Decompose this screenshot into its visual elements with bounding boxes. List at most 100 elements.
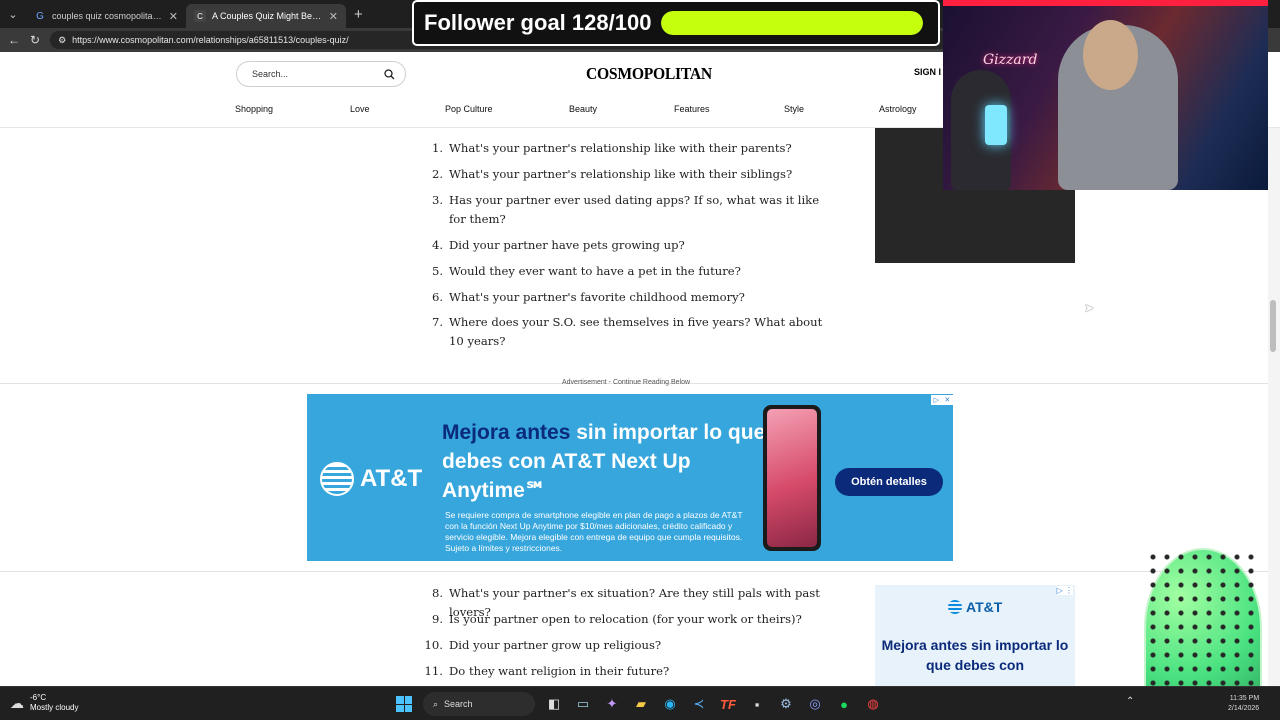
neon-sign: Gizzard [983,52,1038,68]
side-ad-headline: Mejora antes sin importar lo que debes c… [881,637,1069,673]
att-globe-icon [948,600,962,614]
cloud-icon: ☁ [10,694,24,711]
site-logo[interactable]: COSMOPOLITAN [586,64,712,84]
nav-shopping[interactable]: Shopping [235,104,273,114]
tab-search[interactable]: G couples quiz cosmopolitan - Searc ✕ [26,4,186,28]
list-number: 4. [431,238,443,252]
ad-cta-button[interactable]: Obtén detalles [835,468,943,496]
list-number: 10. [424,638,443,652]
cosmopolitan-favicon-icon: C [194,10,206,22]
spotify-icon[interactable]: ● [834,693,854,715]
close-tab-icon[interactable]: ✕ [329,10,338,23]
list-item: Is your partner open to relocation (for … [449,612,802,626]
taskbar-apps: ⌕ Search ◧ ▭ ✦ ▰ ◉ ≺ TF ▪ ⚙ ◎ ● ◍ [394,692,883,716]
list-number: 2. [431,167,443,181]
screen: ⌄ G couples quiz cosmopolitan - Searc ✕ … [0,0,1280,720]
nav-love[interactable]: Love [350,104,370,114]
ad-headline: Mejora antes sin importar lo que debes c… [442,418,772,505]
rgb-light-strip [943,0,1268,6]
tab-title: A Couples Quiz Might Be the Key [212,11,323,21]
edge-icon[interactable]: ◉ [660,693,680,715]
tab-title: couples quiz cosmopolitan - Searc [52,11,163,21]
start-icon[interactable] [394,693,414,715]
tray-chevron-icon[interactable]: ⌃ [1126,696,1134,707]
follower-goal-progress [661,11,924,35]
chrome-icon[interactable]: ◍ [863,693,883,715]
clock-time: 11:35 PM [1229,695,1260,702]
ad-label: Advertisement - Continue Reading Below [562,379,691,386]
nav-astrology[interactable]: Astrology [879,104,917,114]
list-item: What's your partner's relationship like … [449,167,793,181]
lamp [985,105,1007,145]
list-item: What's your partner's relationship like … [449,141,792,155]
list-item: What's your partner's favorite childhood… [449,290,745,304]
list-item: Has your partner ever used dating apps? … [449,193,820,226]
search-icon: ⌕ [433,698,439,709]
weather-temp: -6°C [30,693,47,702]
decorative-cup-overlay [1144,548,1262,708]
sign-in-link[interactable]: SIGN I [914,67,941,77]
url-text: https://www.cosmopolitan.com/relationshi… [72,35,349,45]
att-side-ad[interactable]: ▷ ⋮ AT&T Mejora antes sin importar lo qu… [875,585,1075,686]
file-explorer-icon[interactable]: ▭ [573,693,593,715]
att-globe-icon [320,462,354,496]
discord-icon[interactable]: ◎ [805,693,825,715]
copilot-icon[interactable]: ✦ [602,693,622,715]
taskbar-search[interactable]: ⌕ Search [423,692,535,716]
ad-choices-icon[interactable]: ▷ ⋮ [1056,586,1073,595]
ad-headline-highlight: Mejora antes [442,421,571,444]
search-icon[interactable] [384,68,395,80]
tf-icon[interactable]: TF [718,693,738,715]
vscode-icon[interactable]: ≺ [689,693,709,715]
widget-icon[interactable]: ◧ [544,693,564,715]
tab-cosmopolitan[interactable]: C A Couples Quiz Might Be the Key ✕ [186,4,346,28]
ad-fine-print: Se requiere compra de smartphone elegibl… [445,510,743,553]
nav-beauty[interactable]: Beauty [569,104,597,114]
att-brand-text: AT&T [360,465,423,492]
mouse-cursor-icon: ➤ [1084,301,1095,315]
phone-image [763,405,821,551]
scrollbar-thumb[interactable] [1270,300,1276,352]
nav-style[interactable]: Style [784,104,804,114]
back-icon[interactable]: ← [8,33,20,47]
taskbar: ☁ -6°C Mostly cloudy ⌕ Search ◧ ▭ ✦ ▰ ◉ ≺… [0,686,1280,720]
reload-icon[interactable]: ↻ [30,33,40,47]
steam-icon[interactable]: ⚙ [776,693,796,715]
ad-choices-icon[interactable]: ▷ ✕ [931,395,953,405]
list-number: 3. [431,193,443,207]
weather-widget[interactable]: ☁ -6°C Mostly cloudy [10,693,78,713]
scrollbar-track[interactable] [1268,128,1280,686]
att-brand-text: AT&T [966,599,1003,615]
search-icon: G [36,10,44,22]
new-tab-icon[interactable]: + [354,6,363,23]
follower-goal-label: Follower goal 128/100 [424,10,652,35]
site-info-icon[interactable]: ⚙ [58,35,66,46]
list-number: 8. [431,586,443,600]
list-number: 9. [431,612,443,626]
close-tab-icon[interactable]: ✕ [169,10,178,23]
list-number: 1. [431,141,443,155]
list-item: Did your partner have pets growing up? [449,238,685,252]
webcam-overlay: Gizzard [943,0,1268,190]
list-number: 7. [431,315,443,329]
person-right-head [1083,20,1138,90]
tab-list-chevron-icon[interactable]: ⌄ [0,0,26,28]
follower-goal-fill [661,11,924,35]
att-logo: AT&T [948,599,1002,615]
nav-features[interactable]: Features [674,104,710,114]
list-number: 5. [431,264,443,278]
weather-condition: Mostly cloudy [30,703,79,712]
att-logo: AT&T [320,462,422,496]
folder-icon[interactable]: ▰ [631,693,651,715]
terminal-icon[interactable]: ▪ [747,693,767,715]
nav-pop-culture[interactable]: Pop Culture [445,104,493,114]
divider [0,571,1270,572]
clock-date: 2/14/2026 [1228,705,1260,712]
list-number: 11. [424,664,443,678]
taskbar-search-label: Search [444,699,473,709]
list-item: Do they want religion in their future? [449,664,670,678]
site-search-input[interactable]: Search... [236,61,406,87]
clock[interactable]: 11:35 PM 2/14/2026 [1228,694,1259,714]
list-item: Did your partner grow up religious? [449,638,662,652]
follower-goal-overlay: Follower goal 128/100 [412,0,940,46]
